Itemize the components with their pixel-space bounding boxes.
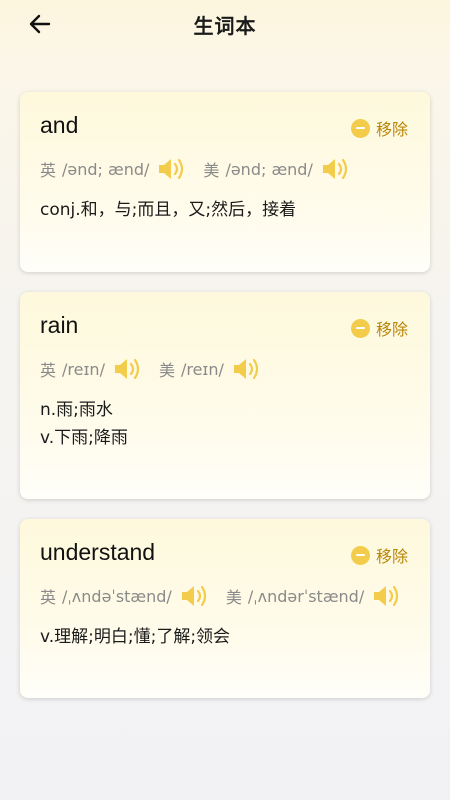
definition-line: conj.和，与;而且，又;然后，接着 [40,200,297,220]
us-phonetic-group: 美 /ənd; ænd/ [203,157,366,181]
speaker-icon[interactable] [157,157,187,181]
definition-line: v.理解;明白;懂;了解;领会 [40,627,231,647]
word-text: and [40,112,79,138]
uk-label: 英 [40,588,57,607]
remove-label: 移除 [375,320,408,339]
top-bar: 生词本 [0,0,450,48]
definitions: v.理解;明白;懂;了解;领会 [40,623,230,651]
word-card: understand 移除 英 /ˌʌndəˈstænd/ 美 /ˌʌndərˈ… [20,519,430,698]
us-label: 美 [203,161,220,180]
remove-label: 移除 [375,120,408,139]
us-phonetic: /ənd; ænd/ [225,159,313,179]
us-label: 美 [158,361,175,380]
uk-phonetic: /ənd; ænd/ [62,159,150,179]
speaker-icon[interactable] [372,584,402,608]
us-phonetic-group: 美 /reɪn/ [159,357,278,381]
us-phonetic: /ˌʌndərˈstænd/ [247,586,365,606]
uk-phonetic-group: 英 /ˌʌndəˈstænd/ [40,584,226,608]
definitions: conj.和，与;而且，又;然后，接着 [40,196,296,224]
uk-phonetic: /ˌʌndəˈstænd/ [62,586,172,606]
speaker-icon[interactable] [113,357,143,381]
speaker-icon[interactable] [321,157,351,181]
us-phonetic-group: 美 /ˌʌndərˈstænd/ [226,584,418,608]
word-text: understand [40,539,156,565]
uk-label: 英 [40,361,57,380]
minus-circle-icon [350,118,370,138]
page-title: 生词本 [193,14,257,38]
word-text: rain [40,312,79,338]
remove-button[interactable]: 移除 [350,543,408,567]
minus-circle-icon [350,318,370,338]
uk-label: 英 [40,161,57,180]
remove-button[interactable]: 移除 [350,116,408,140]
uk-phonetic: /reɪn/ [62,359,105,379]
word-card: rain 移除 英 /reɪn/ 美 /reɪn/ n.雨;雨水 v.下雨;降雨 [20,292,430,499]
phonetic-row: 英 /reɪn/ 美 /reɪn/ [40,356,278,382]
word-card: and 移除 英 /ənd; ænd/ 美 /ənd; ænd/ conj.和，… [20,92,430,272]
definitions: n.雨;雨水 v.下雨;降雨 [40,396,128,452]
phonetic-row: 英 /ənd; ænd/ 美 /ənd; ænd/ [40,156,367,182]
speaker-icon[interactable] [180,584,210,608]
remove-label: 移除 [375,547,408,566]
phonetic-row: 英 /ˌʌndəˈstænd/ 美 /ˌʌndərˈstænd/ [40,583,418,609]
uk-phonetic-group: 英 /ənd; ænd/ [40,157,203,181]
uk-phonetic-group: 英 /reɪn/ [40,357,159,381]
us-phonetic: /reɪn/ [180,359,224,379]
speaker-icon[interactable] [232,357,262,381]
definition-line: n.雨;雨水 [40,400,113,420]
definition-line: v.下雨;降雨 [40,428,128,448]
minus-circle-icon [350,545,370,565]
remove-button[interactable]: 移除 [350,316,408,340]
us-label: 美 [225,588,242,607]
